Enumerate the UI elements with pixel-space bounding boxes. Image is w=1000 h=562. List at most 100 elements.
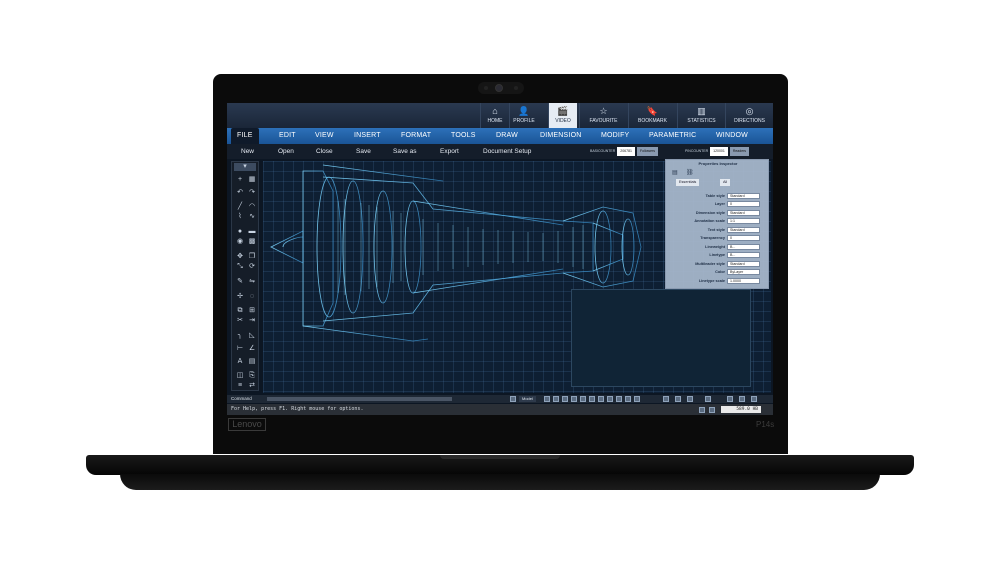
add-icon[interactable]: + [235,176,245,184]
text-icon[interactable]: A [235,358,245,366]
dyn-icon[interactable] [598,396,604,402]
3d-osnap-icon[interactable] [634,396,640,402]
array-icon[interactable]: ⊞ [247,307,257,315]
pan-icon[interactable]: ✢ [235,293,245,301]
prop-value[interactable]: Standard [727,193,760,199]
tab-bookmark[interactable]: 🔖 BOOKMARK [628,103,676,128]
tab-favourite[interactable]: ☆ FAVOURITE [579,103,627,128]
scale-icon[interactable]: ⤡ [235,263,245,271]
folder-icon[interactable] [709,407,715,413]
globe-icon[interactable] [675,396,681,402]
menu-edit[interactable]: EDIT [279,128,296,144]
tab-essentials[interactable]: Essentials [676,179,700,186]
extend-icon[interactable]: ⇥ [247,317,257,325]
menu-dimension[interactable]: DIMENSION [540,128,581,144]
tab-statistics[interactable]: ▥ STATISTICS [677,103,725,128]
polyline-icon[interactable]: ⌇ [235,213,245,221]
hand-icon[interactable] [663,396,669,402]
angle-icon[interactable]: ∠ [247,345,257,353]
grid-toggle-icon[interactable] [510,396,516,402]
prop-value[interactable]: B... [727,252,760,258]
prop-value[interactable]: 1.0000 [727,278,760,284]
lock-icon[interactable] [739,396,745,402]
tab-home[interactable]: ⌂ HOME [480,103,509,128]
ellipse-icon[interactable]: ◉ [235,238,245,246]
match-icon[interactable]: ⇄ [247,382,257,390]
osnap-icon[interactable] [571,396,577,402]
submenu-save[interactable]: Save [356,144,371,159]
erase-icon[interactable]: ✎ [235,278,245,286]
table-icon[interactable]: ▤ [247,358,257,366]
submenu-export[interactable]: Export [440,144,459,159]
tab-profile[interactable]: 👤 PROFILE [509,103,538,128]
submenu-open[interactable]: Open [278,144,294,159]
link-icon[interactable]: ⛓ [686,169,694,176]
insert-icon[interactable]: ⎘ [247,372,257,380]
zoom-icon[interactable] [687,396,693,402]
dimension-icon[interactable]: ⊢ [235,345,245,353]
ortho-icon[interactable] [553,396,559,402]
trim-icon[interactable]: ✂ [235,317,245,325]
rectangle-icon[interactable]: ▬ [247,228,257,236]
hatch-icon[interactable]: ▩ [247,238,257,246]
tab-video[interactable]: 🎬 VIDEO [548,103,577,128]
tab-all[interactable]: All [720,179,731,186]
selection-cycle-icon[interactable] [625,396,631,402]
submenu-save-as[interactable]: Save as [393,144,417,159]
prop-value[interactable]: 0 [727,235,760,241]
prop-value[interactable]: 1:1 [727,218,760,224]
polar-icon[interactable] [562,396,568,402]
grid-icon[interactable]: ▦ [247,176,257,184]
print-icon[interactable] [699,407,705,413]
layers-icon[interactable]: ▤ [672,169,678,176]
prop-value[interactable]: Standard [727,210,760,216]
tab-directions[interactable]: ◎ DIRECTIONS [725,103,773,128]
menu-draw[interactable]: DRAW [496,128,518,144]
prop-value[interactable]: ByLayer [727,269,760,275]
prop-value[interactable]: 0 [727,201,760,207]
orbit-icon[interactable]: ◌ [247,293,257,301]
annotation-scale-icon[interactable] [705,396,711,402]
snap-icon[interactable] [544,396,550,402]
arc-icon[interactable]: ◠ [247,203,257,211]
menu-view[interactable]: VIEW [315,128,334,144]
undo-icon[interactable]: ↶ [235,189,245,197]
prop-value[interactable]: B... [727,244,760,250]
menu-modify[interactable]: MODIFY [601,128,629,144]
tool-selector[interactable]: ▾ [234,163,256,171]
spline-icon[interactable]: ∿ [247,213,257,221]
rotate-icon[interactable]: ⟳ [247,263,257,271]
lineweight-icon[interactable] [607,396,613,402]
preview-viewport[interactable] [571,289,751,387]
redo-icon[interactable]: ↷ [247,189,257,197]
otrack-icon[interactable] [580,396,586,402]
layer-icon[interactable]: ≡ [235,382,245,390]
move-icon[interactable]: ✥ [235,253,245,261]
menu-insert[interactable]: INSERT [354,128,381,144]
fullscreen-icon[interactable] [751,396,757,402]
bar-chart-icon: ▥ [697,106,706,116]
mirror-icon[interactable]: ⇋ [247,278,257,286]
workspace-icon[interactable] [727,396,733,402]
transparency-icon[interactable] [616,396,622,402]
menu-format[interactable]: FORMAT [401,128,431,144]
ducs-icon[interactable] [589,396,595,402]
model-tab[interactable]: Model [519,396,536,402]
prop-value[interactable]: Standard [727,227,760,233]
command-input[interactable] [267,397,452,401]
chamfer-icon[interactable]: ◺ [247,332,257,340]
circle-icon[interactable]: ● [235,228,245,236]
block-icon[interactable]: ◫ [235,372,245,380]
fillet-icon[interactable]: ╮ [235,332,245,340]
menu-parametric[interactable]: PARAMETRIC [649,128,696,144]
submenu-close[interactable]: Close [316,144,333,159]
prop-value[interactable]: Standard [727,261,760,267]
menu-tools[interactable]: TOOLS [451,128,476,144]
copy-icon[interactable]: ❐ [247,253,257,261]
menu-window[interactable]: WINDOW [716,128,748,144]
line-icon[interactable]: ╱ [235,203,245,211]
menu-file[interactable]: FILE [231,128,259,144]
offset-icon[interactable]: ⧉ [235,307,245,315]
submenu-document-setup[interactable]: Document Setup [483,144,531,159]
submenu-new[interactable]: New [241,144,254,159]
